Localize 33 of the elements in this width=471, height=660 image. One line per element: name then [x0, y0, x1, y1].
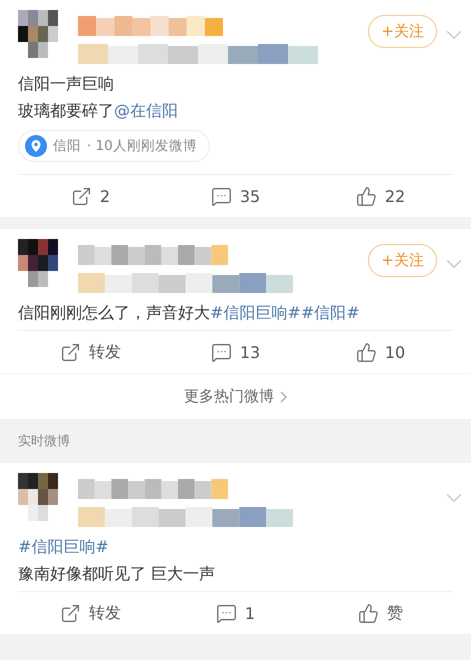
like-button[interactable]: 10 [308, 340, 453, 364]
location-name: 信阳 [53, 137, 81, 155]
repost-button[interactable]: 转发 [18, 340, 163, 364]
section-title: 实时微博 [18, 433, 70, 450]
like-button[interactable]: 22 [308, 184, 453, 208]
hashtag-link[interactable]: #信阳巨响# [210, 303, 301, 322]
hashtag-link[interactable]: #信阳巨响# [18, 533, 109, 560]
comment-button[interactable]: 1 [163, 602, 308, 624]
comment-icon [216, 602, 237, 624]
post-text: 信阳一声巨响 [18, 73, 114, 95]
comment-icon [210, 342, 232, 362]
post-text: 玻璃都要碎了@在信阳 [18, 100, 178, 122]
chevron-right-icon [280, 390, 287, 402]
share-icon [70, 186, 92, 206]
hashtag-link[interactable]: #信阳# [300, 303, 360, 322]
mention-link[interactable]: @在信阳 [114, 101, 178, 120]
post-text: 信阳刚刚怎么了，声音好大#信阳巨响##信阳# [18, 302, 360, 324]
location-pin-icon [25, 135, 47, 157]
like-button[interactable]: 赞 [308, 602, 453, 624]
thumbs-up-icon [356, 186, 377, 206]
comment-icon [210, 186, 232, 206]
more-hot-posts-link[interactable]: 更多热门微博 [0, 373, 471, 419]
share-icon [60, 602, 81, 624]
thumbs-up-icon [358, 602, 379, 624]
location-chip[interactable]: 信阳 · 10人刚刚发微博 [18, 130, 210, 162]
post-text: 豫南好像都听见了 巨大一声 [18, 563, 216, 585]
repost-button[interactable]: 转发 [18, 602, 163, 624]
repost-button[interactable]: 2 [18, 184, 163, 208]
comment-button[interactable]: 13 [163, 340, 308, 364]
thumbs-up-icon [356, 342, 377, 362]
share-icon [60, 342, 81, 362]
location-info: · 10人刚刚发微博 [87, 137, 197, 155]
comment-button[interactable]: 35 [163, 184, 308, 208]
